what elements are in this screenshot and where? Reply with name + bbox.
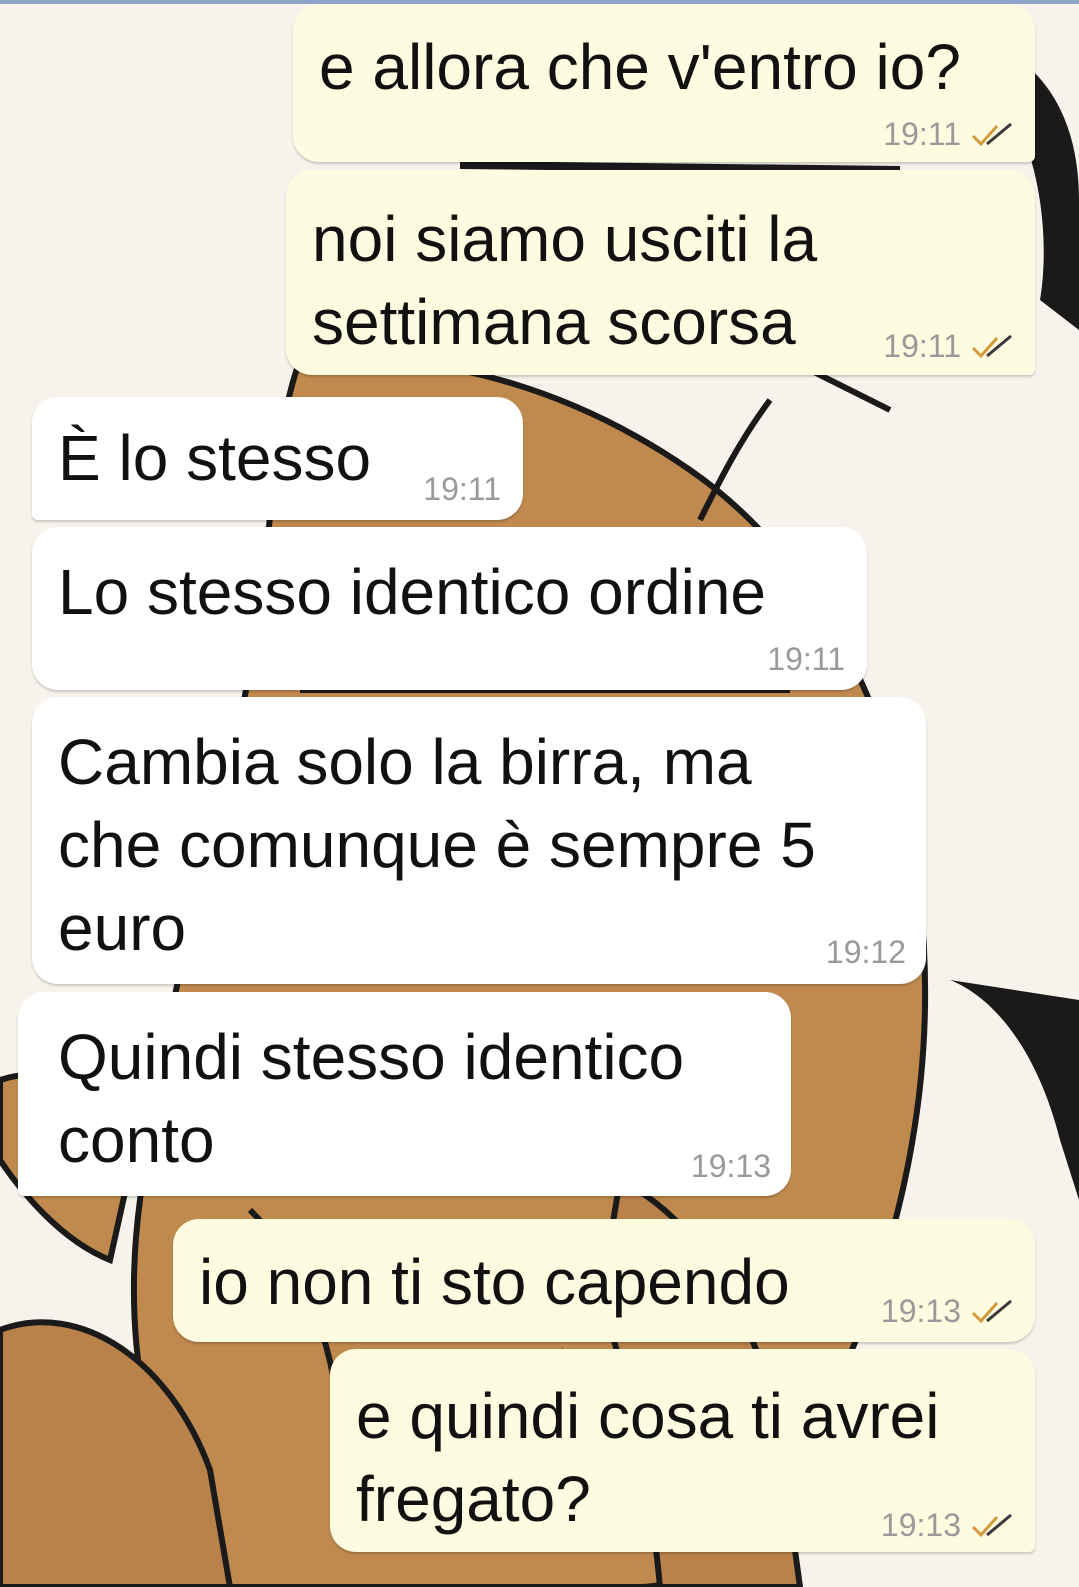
message-time: 19:11 (883, 328, 961, 364)
message-meta: 19:11 (423, 471, 501, 508)
message-text: io non ti sto capendo (199, 1246, 790, 1318)
message-time: 19:13 (880, 1507, 961, 1543)
message-text: e quindi cosa ti avrei fregato? (356, 1380, 940, 1535)
message-time: 19:11 (883, 116, 961, 152)
message-time: 19:11 (423, 471, 501, 507)
message-time: 19:13 (880, 1293, 961, 1329)
message-time: 19:13 (690, 1148, 771, 1184)
read-ticks-icon (971, 1299, 1012, 1323)
message-meta: 19:13 (881, 1507, 1017, 1544)
message-bubble-incoming[interactable]: È lo stesso 19:11 (32, 397, 523, 520)
message-bubble-outgoing[interactable]: e allora che v'entro io? 19:11 (293, 4, 1035, 162)
message-bubble-incoming[interactable]: Cambia solo la birra, ma che comunque è … (32, 697, 926, 984)
message-meta: 19:11 (883, 116, 1017, 153)
message-meta: 19:12 (826, 934, 906, 971)
message-bubble-incoming[interactable]: Lo stesso identico ordine 19:11 (32, 527, 867, 690)
message-text: noi siamo usciti la settimana scorsa (312, 203, 818, 358)
message-meta: 19:13 (881, 1293, 1017, 1330)
message-text: È lo stesso (58, 422, 372, 494)
message-time: 19:12 (825, 934, 906, 970)
message-bubble-outgoing[interactable]: e quindi cosa ti avrei fregato? 19:13 (330, 1349, 1035, 1552)
message-meta: 19:13 (691, 1148, 771, 1185)
message-meta: 19:11 (767, 641, 845, 678)
read-ticks-icon (971, 1513, 1012, 1537)
message-bubble-incoming[interactable]: Quindi stesso identico conto 19:13 (18, 992, 791, 1196)
message-text: Lo stesso identico ordine (58, 556, 766, 628)
message-time: 19:11 (767, 641, 845, 677)
message-bubble-outgoing[interactable]: noi siamo usciti la settimana scorsa 19:… (286, 170, 1035, 375)
message-text: Cambia solo la birra, ma che comunque è … (58, 726, 816, 964)
message-text: Quindi stesso identico conto (58, 1021, 685, 1176)
read-ticks-icon (971, 122, 1012, 146)
message-meta: 19:11 (883, 328, 1017, 365)
message-text: e allora che v'entro io? (319, 31, 961, 103)
message-bubble-outgoing[interactable]: io non ti sto capendo 19:13 (173, 1219, 1035, 1342)
read-ticks-icon (971, 334, 1012, 358)
message-list[interactable]: e allora che v'entro io? 19:11 noi siamo… (0, 0, 1079, 1587)
